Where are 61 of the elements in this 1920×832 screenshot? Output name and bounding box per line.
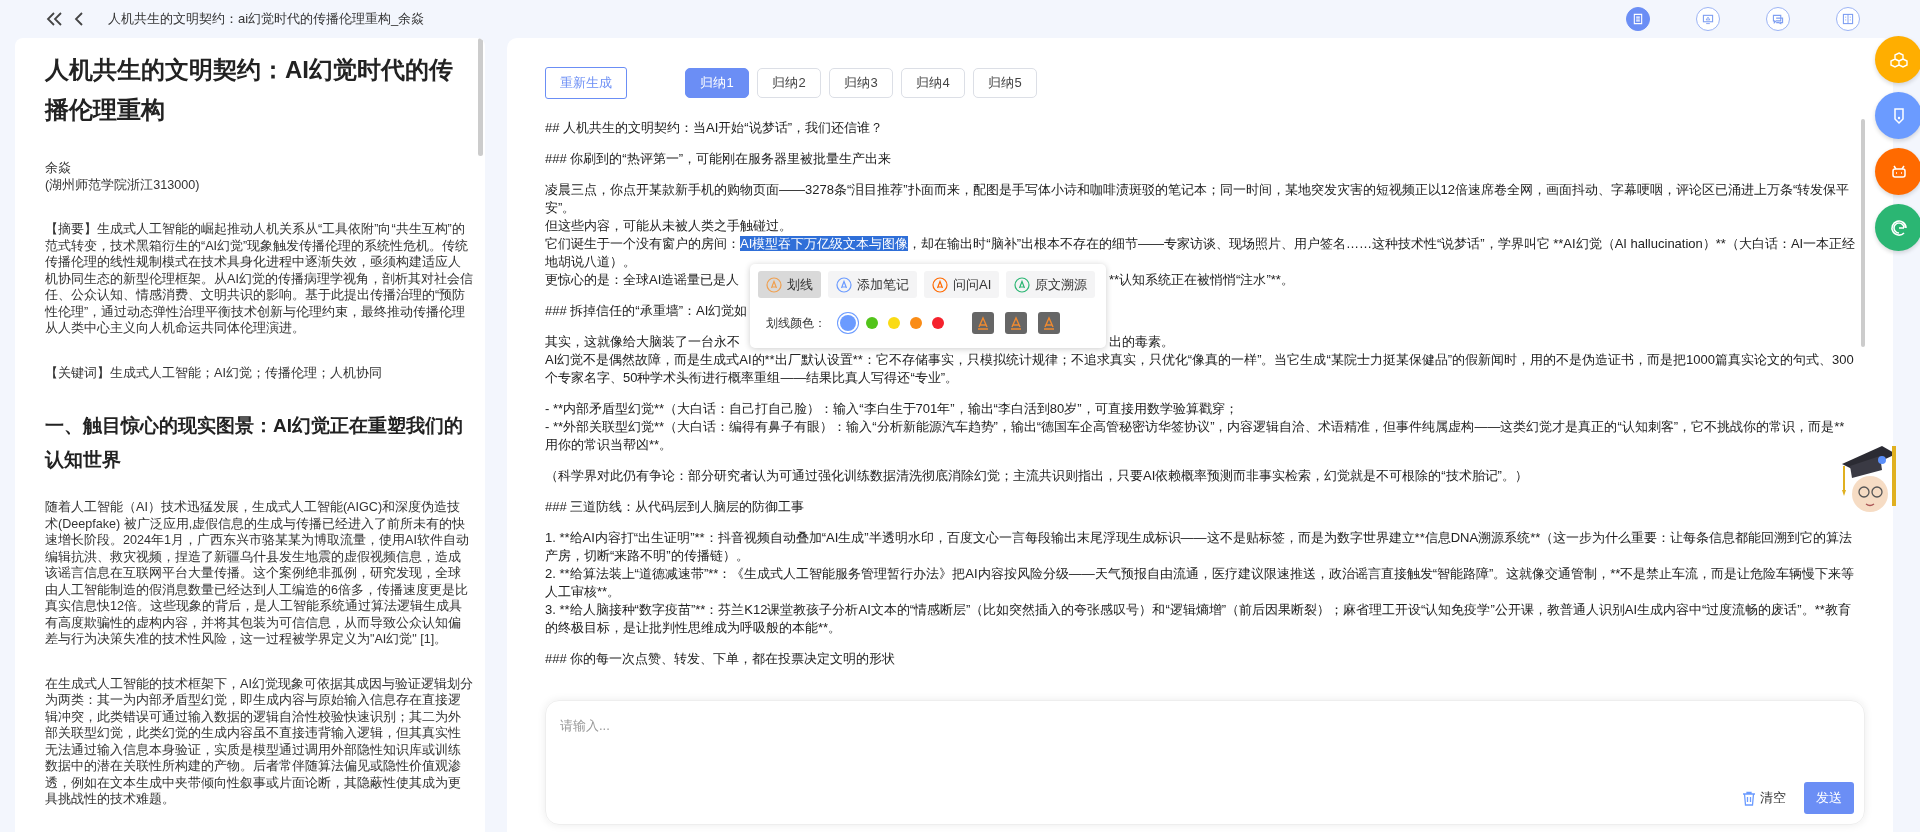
toolbar-button[interactable]: [1696, 7, 1720, 31]
color-swatch[interactable]: [840, 315, 856, 331]
summary-text: 它们诞生于一个没有窗户的房间：AI模型吞下万亿级文本与图像，却在输出时“脑补”出根本不存在的细节——专家访谈、现场照片、用户签名……这种技术性“说梦话”，学界叫它 **AI幻觉（AI hallucination）**（大白话：AI一本正经地胡说八道）。: [545, 235, 1857, 271]
popup-action-button[interactable]: 添加笔记: [828, 271, 917, 298]
source-icon: [1014, 276, 1031, 293]
color-label: 划线颜色：: [766, 315, 826, 332]
section-heading: 一、触目惊心的现实图景：AI幻觉正在重塑我们的认知世界: [45, 414, 464, 472]
body-paragraph: 在生成式人工智能的技术框架下，AI幻觉现象可依据其成因与验证逻辑划分为两类：其一为内部矛盾型幻觉，即生成内容与原始输入信息存在直接逻辑冲突，此类错误可通过输入数据的逻辑自洽性校验快速识别；其二为外部关联型幻觉，此类幻觉的生成内容虽不直接违背输入逻辑，但其真实性无法通过输入信息本身验证，实质是模型通过调用外部隐性知识库或训练数据中的潜在关联性所构建的产物。后者常伴随算法偏见或隐性价值观渗透，例如在文本生成中夹带倾向性叙事或片面论断，其隐蔽性使其成为更具挑战性的技术难题。: [45, 675, 473, 808]
summary-text: 凌晨三点，你点开某款新手机的购物页面——3278条“泪目推荐”扑面而来，配图是手写体小诗和咖啡渍斑驳的笔记本；同一时间，某地突发灾害的短视频正以12倍速席卷全网，画面抖动、字幕哽咽，评论区已涌进上万条“转发保平安”。: [545, 181, 1851, 217]
summary-text: （科学界对此仍有争论：部分研究者认为可通过强化训练数据清洗彻底消除幻觉；主流共识则指出，只要AI依赖概率预测而非事实检索，幻觉就是不可根除的“技术胎记”。）: [545, 467, 1529, 485]
clear-button[interactable]: 清空: [1742, 789, 1786, 807]
popup-action-button[interactable]: 原文溯源: [1006, 271, 1096, 298]
summary-text: 其实，这就像给大脑装了一台永不: [545, 333, 741, 351]
color-swatch[interactable]: [888, 317, 900, 329]
color-swatch[interactable]: [932, 317, 944, 329]
summary-text: ### 你刷到的“热评第一”，可能刚在服务器里被批量生产出来: [545, 150, 892, 168]
toolbar-button[interactable]: [1836, 7, 1860, 31]
summary-tab[interactable]: 归纳4: [901, 68, 965, 98]
author-name: 余焱: [45, 160, 72, 177]
summary-tab[interactable]: 归纳3: [829, 68, 893, 98]
summary-text: ### 三道防线：从代码层到人脑层的防御工事: [545, 498, 806, 516]
keywords-text: 【关键词】生成式人工智能；AI幻觉；传播伦理；人机协同: [45, 364, 383, 381]
scrollbar-thumb[interactable]: [1861, 119, 1865, 347]
summary-text: 1. **给AI内容打“出生证明”**：抖音视频自动叠加“AI生成”半透明水印，百度文心一言每段输出末尾浮现生成标识——这不是贴标签，而是为数字世界建立**信息DNA溯源系统**（这一步为什么重要：让每条信息都能回溯到它的算法产房，切断“来路不明”的传播链）。: [545, 529, 1854, 565]
summary-text: **认知系统正在被悄悄“注水”**。: [1109, 271, 1295, 289]
summary-text: ## 人机共生的文明契约：当AI开始“说梦话”，我们还信谁？: [545, 119, 884, 137]
underline-style-icon[interactable]: [1005, 312, 1027, 334]
article-title: 人机共生的文明契约：AI幻觉时代的传播伦理重构: [45, 55, 454, 125]
summary-tab[interactable]: 归纳5: [973, 68, 1037, 98]
chevron-left-icon[interactable]: [74, 12, 84, 26]
summary-text: 更惊心的是：全球AI造谣量已是人: [545, 271, 741, 289]
popup-action-button[interactable]: 问问AI: [924, 271, 1000, 298]
trash-icon: [1742, 790, 1756, 806]
robot-icon: [932, 276, 948, 293]
summary-text: 2. **给算法装上“道德减速带”**：《生成式人工智能服务管理暂行办法》把AI内容按风险分级——天气预报自由流通，医疗建议限速推送，政治谣言直接触发“智能路障”。这就像交通管制，**不是禁止车流，而是让危险车辆慢下来等人工审核**。: [545, 565, 1856, 601]
summary-text: ### 你的每一次点赞、转发、下单，都在投票决定文明的形状: [545, 650, 897, 668]
document-title: 人机共生的文明契约：ai幻觉时代的传播伦理重构_余焱: [108, 10, 425, 28]
cubes-button[interactable]: [1875, 36, 1920, 83]
summary-text: 但这些内容，可能从未被人类之手触碰过。: [545, 217, 793, 235]
summary-text: ### 拆掉信任的“承重墙”：AI幻觉如: [545, 302, 749, 320]
popup-action-button[interactable]: 划线: [758, 271, 821, 298]
summary-text: - **内部矛盾型幻觉**（大白话：自己打自己脸）：输入“李白生于701年”，输出“李白活到80岁”，可直接用数学验算戳穿；: [545, 400, 1239, 418]
summary-text: - **外部关联型幻觉**（大白话：编得有鼻子有眼）：输入“分析新能源汽车趋势”，输出“德国车企高管秘密访华签协议”，内容逻辑自洽、术语精准，但事件纯属虚构——这类幻觉才是真正的“认知刺客”，它不挑战你的常识，而是**用你的常识当帮凶**。: [545, 418, 1846, 454]
color-swatch[interactable]: [910, 317, 922, 329]
underline-style-icon[interactable]: [1038, 312, 1060, 334]
scrollbar-thumb[interactable]: [478, 38, 483, 156]
note-icon: [836, 276, 852, 293]
double-chevron-left-icon[interactable]: [46, 12, 64, 26]
underline-style-icon[interactable]: [972, 312, 994, 334]
message-input[interactable]: 请输入... 清空 发送: [545, 700, 1865, 825]
toolbar-button[interactable]: [1626, 7, 1650, 31]
abstract-paragraph: 【摘要】生成式人工智能的崛起推动人机关系从“工具依附”向“共生互构”的范式转变，技术黑箱衍生的“AI幻觉”现象触发传播伦理的系统性危机。传统传播伦理的线性规制模式在技术具身化进程中逐渐失效，亟须构建适应人机协同生态的新型伦理框架。从AI幻觉的传播病理学视角，剖析其对社会信任、公众认知、情感消费、文明共识的影响。基于此提出传播治理的“预防性伦理”，通过动态弹性治理平衡技术创新与伦理约束，最终推动传播伦理从人类中心主义向人机命运共同体伦理演进。: [45, 221, 473, 337]
summary-text: 出的毒素。: [1109, 333, 1175, 351]
summary-tab[interactable]: 归纳2: [757, 68, 821, 98]
body-paragraph: 随着人工智能（AI）技术迅猛发展，生成式人工智能(AIGC)和深度伪造技术(Deepfake) 被广泛应用,虚假信息的生成与传播已经进入了前所未有的快速增长阶段。2024年1月，广西东兴市骆某某为博取流量，使用AI软件自动编辑抗洪、救灾视频，捏造了新疆乌什县发生地震的虚假视频信息，造成该谣言信息在互联网平台大量传播。这个案例绝非孤例，研究发现，全球由人工智能制造的假消息数量已经达到人工编造的6倍多，传播速度更是比真实信息快12倍。这些现象的背后，是人工智能系统通过算法逻辑生成具有高度欺骗性的虚构内容，并将其包装为可信信息，从而导致公众认知偏差与行为决策失准的技术性风险，这一过程被学界定义为"AI幻觉" [1]。: [45, 499, 470, 648]
summary-text: AI幻觉不是偶然故障，而是生成式AI的**出厂默认设置**：它不存储事实，只模拟统计规律；不追求真实，只优化“像真的一样”。当它生成“某院士力挺某保健品”的假新闻时，用的不是伪造证书，而是把1000篇真实论文的句式、300个专家名字、50种学术头衔进行概率重组——结果比真人写得还“专业”。: [545, 351, 1855, 387]
toolbar-button[interactable]: [1766, 7, 1790, 31]
summary-text: 3. **给人脑接种“数字疫苗”**：芬兰K12课堂教孩子分析AI文本的“情感断层”（比如突然插入的夸张感叹号）和“逻辑熵增”（前后因果断裂）；麻省理工开设“认知免疫学”公开课，教普通人识别AI生成内容中“过度流畅的废话”。**教育的终极目标，是让批判性思维成为呼吸般的本能**。: [545, 601, 1852, 637]
color-swatch[interactable]: [866, 317, 878, 329]
author-affiliation: (湖州师范学院浙江313000): [45, 176, 201, 193]
underline-icon: [766, 276, 782, 293]
